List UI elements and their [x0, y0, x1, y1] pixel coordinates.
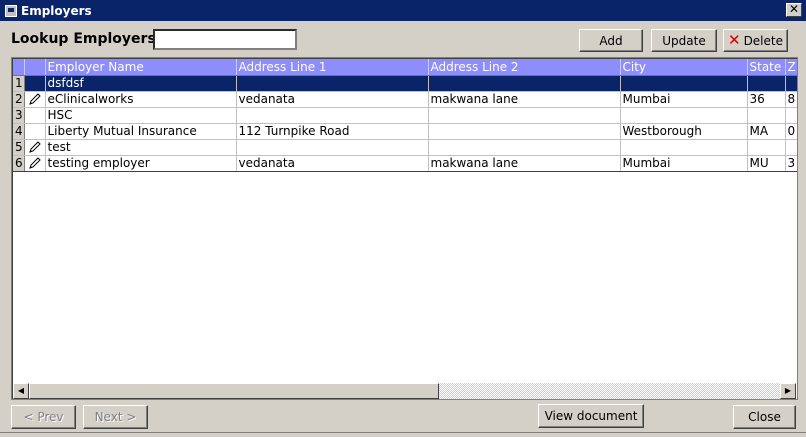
- add-button-label: Add: [599, 33, 623, 48]
- grid-body: 1 dsfdsf 2 eClinicalworks vedanata makwana la…: [13, 75, 797, 172]
- close-button[interactable]: Close: [733, 405, 796, 429]
- cell-zip[interactable]: [785, 107, 797, 124]
- cell-city[interactable]: [620, 139, 748, 156]
- col-zip[interactable]: Z: [785, 59, 797, 76]
- close-icon: ✕: [788, 2, 800, 16]
- cell-address-line-1[interactable]: [236, 139, 429, 156]
- view-document-button[interactable]: View document: [538, 404, 644, 428]
- scroll-left-arrow-icon[interactable]: ◀: [13, 383, 29, 399]
- cell-address-line-2[interactable]: [428, 123, 621, 140]
- table-row[interactable]: 4 Liberty Mutual Insurance 112 Turnpike Ro…: [13, 123, 797, 140]
- row-edit-marker: [24, 155, 46, 172]
- row-number[interactable]: 1: [13, 75, 25, 92]
- table-row[interactable]: 6 testing employer vedanata makwana lane Mum…: [13, 155, 797, 172]
- next-button[interactable]: Next >: [83, 405, 148, 429]
- delete-button-label: Delete: [743, 33, 783, 48]
- cell-zip[interactable]: 8: [785, 91, 797, 108]
- scroll-right-arrow-icon[interactable]: ▶: [780, 383, 796, 399]
- cell-employer-name[interactable]: testing employer: [45, 155, 237, 172]
- add-button[interactable]: Add: [579, 29, 643, 52]
- table-row[interactable]: 3 HSC: [13, 107, 797, 124]
- cell-zip[interactable]: [785, 75, 797, 92]
- row-number[interactable]: 6: [13, 155, 25, 172]
- row-edit-marker: [24, 75, 46, 92]
- employers-grid[interactable]: Employer Name Address Line 1 Address Lin…: [11, 57, 798, 400]
- col-address-line-1[interactable]: Address Line 1: [236, 59, 429, 76]
- bottom-divider: [0, 432, 806, 433]
- col-state[interactable]: State: [747, 59, 786, 76]
- col-employer-name[interactable]: Employer Name: [45, 59, 237, 76]
- pencil-icon: [28, 92, 42, 106]
- cell-state[interactable]: [747, 139, 786, 156]
- window-title: Employers: [21, 3, 92, 18]
- row-edit-marker: [24, 123, 46, 140]
- header-rownum: [13, 59, 25, 76]
- cell-employer-name[interactable]: dsfdsf: [45, 75, 237, 92]
- pencil-icon: [28, 140, 42, 154]
- row-edit-marker: [24, 107, 46, 124]
- pencil-icon: [28, 156, 42, 170]
- cell-state[interactable]: MU: [747, 155, 786, 172]
- cell-city[interactable]: Mumbai: [620, 155, 748, 172]
- lookup-label: Lookup Employers: [11, 31, 156, 47]
- row-edit-marker: [24, 91, 46, 108]
- cell-city[interactable]: [620, 75, 748, 92]
- title-bar: Employers ✕: [0, 0, 806, 21]
- row-edit-marker: [24, 139, 46, 156]
- horizontal-scrollbar[interactable]: ◀ ▶: [13, 383, 796, 399]
- window-icon: [5, 4, 17, 17]
- employers-table: Employer Name Address Line 1 Address Lin…: [13, 59, 797, 172]
- cell-employer-name[interactable]: HSC: [45, 107, 237, 124]
- cell-address-line-1[interactable]: vedanata: [236, 91, 429, 108]
- window-close-button[interactable]: ✕: [786, 3, 802, 17]
- cell-employer-name[interactable]: eClinicalworks: [45, 91, 237, 108]
- header-edit-marker: [24, 59, 46, 76]
- cell-address-line-2[interactable]: [428, 107, 621, 124]
- table-row[interactable]: 5 test: [13, 139, 797, 156]
- table-row[interactable]: 1 dsfdsf: [13, 75, 797, 92]
- cell-state[interactable]: [747, 75, 786, 92]
- lookup-input[interactable]: [153, 29, 297, 50]
- cell-state[interactable]: [747, 107, 786, 124]
- cell-employer-name[interactable]: test: [45, 139, 237, 156]
- cell-city[interactable]: Mumbai: [620, 91, 748, 108]
- view-document-label: View document: [544, 409, 638, 423]
- cell-city[interactable]: [620, 107, 748, 124]
- cell-address-line-1[interactable]: [236, 75, 429, 92]
- cell-address-line-2[interactable]: makwana lane: [428, 155, 621, 172]
- header-row: Employer Name Address Line 1 Address Lin…: [13, 59, 797, 76]
- cell-zip[interactable]: [785, 139, 797, 156]
- scroll-thumb[interactable]: [29, 383, 439, 399]
- cell-address-line-2[interactable]: [428, 139, 621, 156]
- row-number[interactable]: 5: [13, 139, 25, 156]
- cell-address-line-1[interactable]: vedanata: [236, 155, 429, 172]
- row-number[interactable]: 4: [13, 123, 25, 140]
- row-number[interactable]: 2: [13, 91, 25, 108]
- cell-city[interactable]: Westborough: [620, 123, 748, 140]
- update-button[interactable]: Update: [651, 29, 717, 52]
- table-row[interactable]: 2 eClinicalworks vedanata makwana lane Mumba…: [13, 91, 797, 108]
- prev-button-label: < Prev: [23, 410, 64, 424]
- prev-button[interactable]: < Prev: [11, 405, 76, 429]
- close-button-label: Close: [748, 410, 781, 424]
- col-city[interactable]: City: [620, 59, 748, 76]
- next-button-label: Next >: [94, 410, 137, 424]
- delete-x-icon: ✕: [727, 31, 741, 49]
- cell-zip[interactable]: 3: [785, 155, 797, 172]
- cell-address-line-1[interactable]: 112 Turnpike Road: [236, 123, 429, 140]
- update-button-label: Update: [662, 33, 706, 48]
- delete-button[interactable]: ✕ Delete: [723, 29, 788, 52]
- cell-address-line-2[interactable]: makwana lane: [428, 91, 621, 108]
- cell-address-line-2[interactable]: [428, 75, 621, 92]
- cell-state[interactable]: 36: [747, 91, 786, 108]
- cell-address-line-1[interactable]: [236, 107, 429, 124]
- col-address-line-2[interactable]: Address Line 2: [428, 59, 621, 76]
- cell-state[interactable]: MA: [747, 123, 786, 140]
- cell-employer-name[interactable]: Liberty Mutual Insurance: [45, 123, 237, 140]
- cell-zip[interactable]: 0: [785, 123, 797, 140]
- row-number[interactable]: 3: [13, 107, 25, 124]
